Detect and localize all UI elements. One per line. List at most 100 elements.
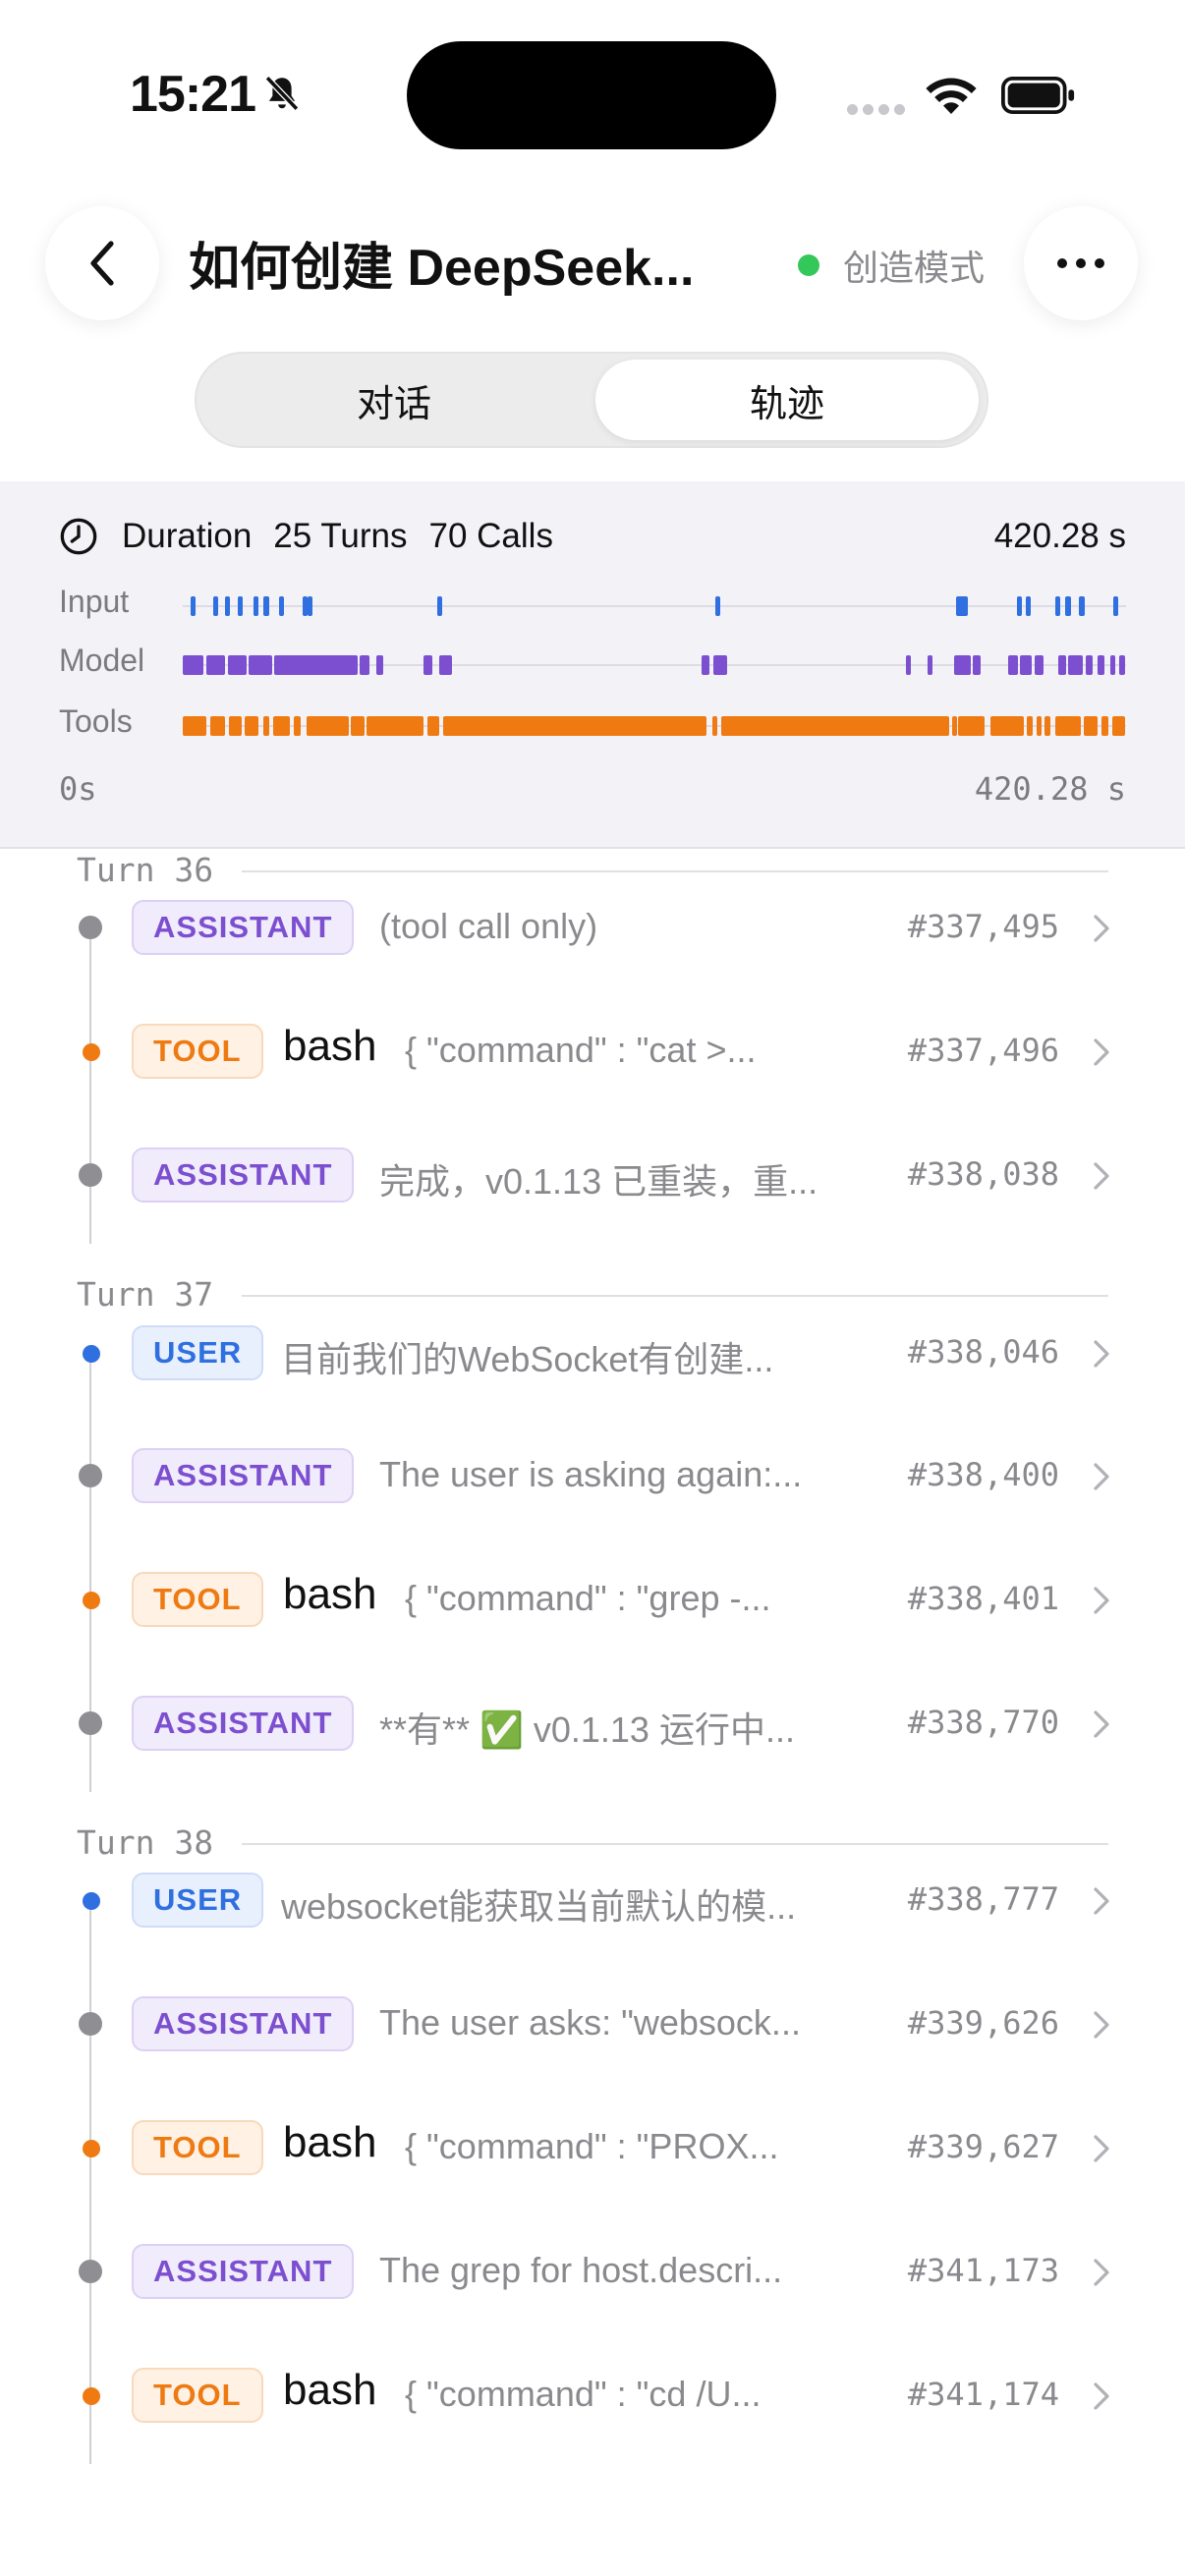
model-span	[183, 655, 204, 675]
role-badge: TOOL	[132, 1572, 263, 1627]
row-status-dot	[79, 1464, 102, 1487]
message-preview: The grep for host.descri...	[379, 2250, 783, 2290]
tools-span	[306, 716, 349, 736]
tab-conversation[interactable]: 对话	[202, 360, 586, 440]
model-span	[1020, 655, 1032, 675]
trace-row[interactable]: USER websocket能获取当前默认的模... #338,777	[0, 1861, 1185, 1939]
chevron-right-icon	[1094, 1038, 1109, 1066]
role-badge: TOOL	[132, 2120, 263, 2175]
tools-span	[245, 716, 258, 736]
record-id: #338,038	[907, 1155, 1059, 1193]
tools-span	[1036, 716, 1042, 736]
tab-trace[interactable]: 轨迹	[595, 360, 979, 440]
ellipsis-icon	[1057, 258, 1104, 268]
input-span	[1026, 596, 1032, 616]
mode-indicator: 创造模式	[798, 240, 985, 291]
model-span	[249, 655, 273, 675]
trace-row[interactable]: ASSISTANT The user asks: "websock... #339,…	[0, 1985, 1185, 2063]
model-span	[375, 655, 384, 675]
chevron-right-icon	[1094, 1710, 1109, 1738]
role-badge: USER	[132, 1873, 264, 1928]
record-id: #338,770	[907, 1704, 1059, 1741]
lane-model	[183, 650, 1126, 680]
timeline-summary: Duration 25 Turns 70 Calls 420.28 s Inpu…	[0, 481, 1185, 849]
chevron-right-icon	[1094, 2011, 1109, 2039]
turn-divider	[242, 870, 1108, 872]
input-span	[307, 596, 312, 616]
record-id: #341,173	[907, 2252, 1059, 2289]
role-badge: ASSISTANT	[132, 1696, 355, 1751]
trace-row[interactable]: TOOL bash { "command" : "PROX... #339,627	[0, 2108, 1185, 2187]
tools-span	[273, 716, 291, 736]
input-span	[225, 596, 231, 616]
tool-name: bash	[283, 2366, 377, 2414]
trace-row[interactable]: USER 目前我们的WebSocket有创建... #338,046	[0, 1314, 1185, 1392]
model-span	[1098, 655, 1104, 675]
trace-row[interactable]: TOOL bash { "command" : "cat >... #337,496	[0, 1012, 1185, 1091]
input-span	[190, 596, 196, 616]
record-id: #337,496	[907, 1032, 1059, 1069]
record-id: #338,777	[907, 1880, 1059, 1918]
row-status-dot	[83, 1345, 100, 1363]
more-button[interactable]	[1024, 206, 1138, 320]
chevron-left-icon	[90, 241, 114, 286]
tools-span	[989, 716, 1025, 736]
model-span	[360, 655, 370, 675]
input-span	[715, 596, 721, 616]
chevron-right-icon	[1094, 1463, 1109, 1490]
model-span	[928, 655, 933, 675]
chevron-right-icon	[1094, 1340, 1109, 1368]
trace-row[interactable]: ASSISTANT The user is asking again:... #33…	[0, 1436, 1185, 1515]
back-button[interactable]	[45, 206, 159, 320]
chevron-right-icon	[1094, 1162, 1109, 1190]
tools-span	[350, 716, 366, 736]
model-span	[274, 655, 358, 675]
model-span	[702, 655, 709, 675]
chevron-right-icon	[1094, 2135, 1109, 2162]
tools-span	[1027, 716, 1033, 736]
role-badge: ASSISTANT	[132, 1148, 355, 1203]
clock-icon	[60, 518, 97, 555]
model-span	[1034, 655, 1044, 675]
input-span	[278, 596, 284, 616]
trace-row[interactable]: ASSISTANT 完成，v0.1.13 已重装，重... #338,038	[0, 1136, 1185, 1214]
model-span	[712, 655, 727, 675]
role-badge: ASSISTANT	[132, 2244, 355, 2299]
record-id: #337,495	[907, 908, 1059, 945]
chevron-right-icon	[1094, 2259, 1109, 2286]
input-span	[437, 596, 443, 616]
message-preview: 完成，v0.1.13 已重装，重...	[379, 1161, 818, 1202]
tool-args-preview: { "command" : "PROX...	[405, 2126, 779, 2166]
model-span	[206, 655, 226, 675]
trace-row[interactable]: ASSISTANT **有** ✅ v0.1.13 运行中... #338,770	[0, 1684, 1185, 1763]
tools-span	[1101, 716, 1108, 736]
turn-divider	[242, 1295, 1108, 1297]
message-preview: websocket能获取当前默认的模...	[281, 1886, 797, 1927]
chevron-right-icon	[1094, 2382, 1109, 2410]
input-span	[1055, 596, 1060, 616]
tools-span	[1044, 716, 1051, 736]
message-preview: The user asks: "websock...	[379, 2002, 801, 2043]
chevron-right-icon	[1094, 1587, 1109, 1614]
trace-row[interactable]: ASSISTANT (tool call only) #337,495	[0, 888, 1185, 967]
role-badge: TOOL	[132, 1024, 263, 1079]
role-badge: ASSISTANT	[132, 1996, 355, 2051]
tools-span	[958, 716, 985, 736]
turn-header: Turn 38	[77, 1823, 214, 1862]
tools-span	[294, 716, 301, 736]
row-status-dot	[79, 2012, 102, 2036]
record-id: #338,046	[907, 1333, 1059, 1371]
trace-row[interactable]: ASSISTANT The grep for host.descri... #341…	[0, 2232, 1185, 2311]
record-id: #339,626	[907, 2004, 1059, 2042]
model-span	[1085, 655, 1094, 675]
chevron-right-icon	[1094, 915, 1109, 942]
lane-tools	[183, 711, 1126, 741]
trace-row[interactable]: TOOL bash { "command" : "grep -... #338,401	[0, 1560, 1185, 1639]
input-span	[1016, 596, 1022, 616]
input-span	[956, 596, 968, 616]
model-span	[228, 655, 248, 675]
message-preview: (tool call only)	[379, 906, 598, 946]
tools-span	[183, 716, 206, 736]
row-status-dot	[79, 1711, 102, 1735]
trace-row[interactable]: TOOL bash { "command" : "cd /U... #341,174	[0, 2356, 1185, 2435]
